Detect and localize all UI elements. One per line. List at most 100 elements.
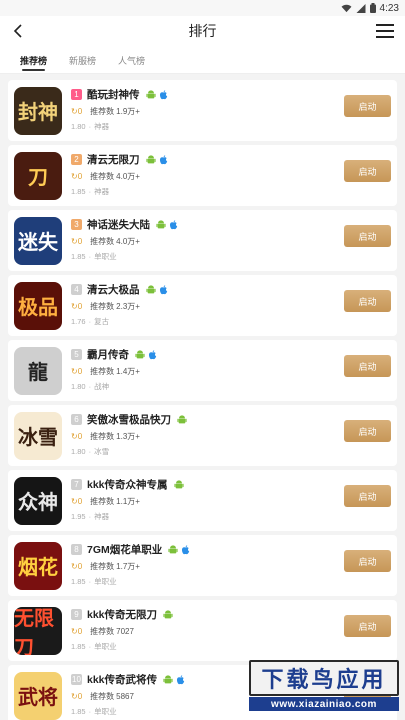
android-icon bbox=[168, 544, 178, 553]
start-button[interactable]: 启动 bbox=[344, 615, 391, 637]
coin-icon: ↻ bbox=[71, 431, 78, 441]
coin-count: ↻0 bbox=[71, 236, 83, 246]
back-button[interactable] bbox=[8, 21, 28, 41]
rank-badge: 5 bbox=[71, 349, 82, 360]
game-icon[interactable]: 无限刀 bbox=[14, 606, 62, 655]
tab-1[interactable]: 新服榜 bbox=[69, 46, 96, 74]
recommend-label: 推荐数 bbox=[90, 301, 115, 311]
game-name[interactable]: 霸月传奇 bbox=[87, 347, 129, 362]
rank-badge: 3 bbox=[71, 219, 82, 230]
apple-icon bbox=[169, 219, 178, 229]
menu-button[interactable] bbox=[375, 21, 395, 41]
start-button[interactable]: 启动 bbox=[344, 290, 391, 312]
ios-platform bbox=[176, 674, 185, 685]
game-icon[interactable]: 烟花 bbox=[14, 541, 62, 590]
game-name[interactable]: kkk传奇武将传 bbox=[87, 672, 157, 687]
game-card[interactable]: 烟花 8 7GM烟花单职业 ↻0 推荐数 1.7万+ 1.85 · 单职业 启动 bbox=[8, 535, 397, 596]
recommend-count: 1.7万+ bbox=[116, 561, 140, 571]
android-icon bbox=[163, 609, 173, 618]
android-icon bbox=[156, 219, 166, 228]
apple-icon bbox=[159, 89, 167, 99]
start-button[interactable]: 启动 bbox=[344, 95, 391, 117]
game-icon[interactable]: 冰雪 bbox=[14, 411, 62, 460]
recommend-count: 2.3万+ bbox=[116, 301, 140, 311]
game-icon-logo: 众神 bbox=[18, 490, 58, 514]
start-button[interactable]: 启动 bbox=[344, 485, 391, 507]
tab-2[interactable]: 人气榜 bbox=[118, 46, 145, 74]
game-version: 1.80 bbox=[71, 382, 86, 391]
separator-dot: · bbox=[88, 252, 92, 261]
game-icon[interactable]: 迷失 bbox=[14, 216, 62, 265]
ranking-list: 封神 1 酷玩封神传 ↻0 推荐数 1.9万+ 1.80 · 神器 启动刀 2 清云无限刀 ↻0 推荐数 4… bbox=[0, 74, 405, 720]
start-button[interactable]: 启动 bbox=[344, 420, 391, 442]
rank-badge: 7 bbox=[71, 479, 82, 490]
game-genre: 单职业 bbox=[94, 642, 117, 651]
ios-platform bbox=[181, 544, 190, 555]
game-icon-logo: 封神 bbox=[18, 100, 58, 124]
rank-badge: 6 bbox=[71, 414, 82, 425]
game-card[interactable]: 迷失 3 神话迷失大陆 ↻0 推荐数 4.0万+ 1.85 · 单职业 启动 bbox=[8, 210, 397, 271]
android-platform bbox=[177, 414, 187, 425]
recommend-label: 推荐数 bbox=[90, 236, 115, 246]
android-platform bbox=[168, 544, 178, 555]
recommend-count: 1.3万+ bbox=[116, 431, 140, 441]
wifi-icon bbox=[341, 4, 351, 12]
game-card[interactable]: 极品 4 清云大极品 ↻0 推荐数 2.3万+ 1.76 · 复古 启动 bbox=[8, 275, 397, 336]
game-name[interactable]: 神话迷失大陆 bbox=[87, 217, 150, 232]
android-platform bbox=[145, 284, 156, 295]
game-version: 1.85 bbox=[71, 707, 86, 716]
game-genre: 单职业 bbox=[94, 577, 117, 586]
hamburger-icon bbox=[376, 24, 394, 38]
game-genre: 神器 bbox=[94, 187, 110, 196]
signal-icon bbox=[356, 3, 366, 13]
start-button[interactable]: 启动 bbox=[344, 355, 391, 377]
game-name[interactable]: 清云无限刀 bbox=[87, 152, 140, 167]
battery-icon bbox=[369, 3, 376, 13]
start-button[interactable]: 启动 bbox=[344, 225, 391, 247]
game-icon[interactable]: 众神 bbox=[14, 476, 62, 525]
game-name[interactable]: 笑傲冰雪极品快刀 bbox=[87, 412, 171, 427]
game-card[interactable]: 刀 2 清云无限刀 ↻0 推荐数 4.0万+ 1.85 · 神器 启动 bbox=[8, 145, 397, 206]
ios-platform bbox=[159, 89, 168, 100]
start-button[interactable]: 启动 bbox=[344, 550, 391, 572]
game-version: 1.76 bbox=[71, 317, 86, 326]
game-icon[interactable]: 武将 bbox=[14, 671, 62, 720]
game-icon[interactable]: 刀 bbox=[14, 151, 62, 200]
game-icon-logo: 龍 bbox=[28, 360, 48, 384]
coin-icon: ↻ bbox=[71, 171, 78, 181]
app-header: 排行 bbox=[0, 16, 405, 46]
game-card[interactable]: 封神 1 酷玩封神传 ↻0 推荐数 1.9万+ 1.80 · 神器 启动 bbox=[8, 80, 397, 141]
coin-count: ↻0 bbox=[71, 106, 83, 116]
start-button[interactable]: 启动 bbox=[344, 160, 391, 182]
game-card[interactable]: 冰雪 6 笑傲冰雪极品快刀 ↻0 推荐数 1.3万+ 1.80 · 冰雪 启动 bbox=[8, 405, 397, 466]
apple-icon bbox=[148, 349, 157, 359]
game-genre: 冰雪 bbox=[94, 447, 110, 456]
android-icon bbox=[145, 284, 156, 293]
recommend-label: 推荐数 bbox=[90, 496, 115, 506]
game-card[interactable]: 龍 5 霸月传奇 ↻0 推荐数 1.4万+ 1.80 · 战神 启动 bbox=[8, 340, 397, 401]
apple-icon bbox=[159, 154, 167, 164]
game-icon[interactable]: 龍 bbox=[14, 346, 62, 395]
game-genre: 神器 bbox=[94, 122, 110, 131]
game-icon[interactable]: 封神 bbox=[14, 86, 62, 135]
game-version: 1.85 bbox=[71, 642, 86, 651]
game-card[interactable]: 众神 7 kkk传奇众神专属 ↻0 推荐数 1.1万+ 1.95 · 神器 启动 bbox=[8, 470, 397, 531]
game-name[interactable]: kkk传奇无限刀 bbox=[87, 607, 157, 622]
game-icon-logo: 烟花 bbox=[18, 555, 58, 579]
android-platform bbox=[135, 349, 145, 360]
rank-badge: 9 bbox=[71, 609, 82, 620]
coin-count: ↻0 bbox=[71, 626, 83, 636]
game-card[interactable]: 无限刀 9 kkk传奇无限刀 ↻0 推荐数 7027 1.85 · 单职业 启动 bbox=[8, 600, 397, 661]
game-icon[interactable]: 极品 bbox=[14, 281, 62, 330]
separator-dot: · bbox=[88, 122, 92, 131]
tab-0[interactable]: 推荐榜 bbox=[20, 46, 47, 74]
android-platform bbox=[163, 674, 173, 685]
separator-dot: · bbox=[88, 447, 92, 456]
game-version: 1.95 bbox=[71, 512, 86, 521]
watermark: 下载鸟应用 www.xiazainiao.com bbox=[249, 660, 399, 714]
separator-dot: · bbox=[88, 642, 92, 651]
game-name[interactable]: 7GM烟花单职业 bbox=[87, 542, 162, 557]
game-name[interactable]: 清云大极品 bbox=[87, 282, 140, 297]
game-name[interactable]: 酷玩封神传 bbox=[87, 87, 140, 102]
game-name[interactable]: kkk传奇众神专属 bbox=[87, 477, 168, 492]
